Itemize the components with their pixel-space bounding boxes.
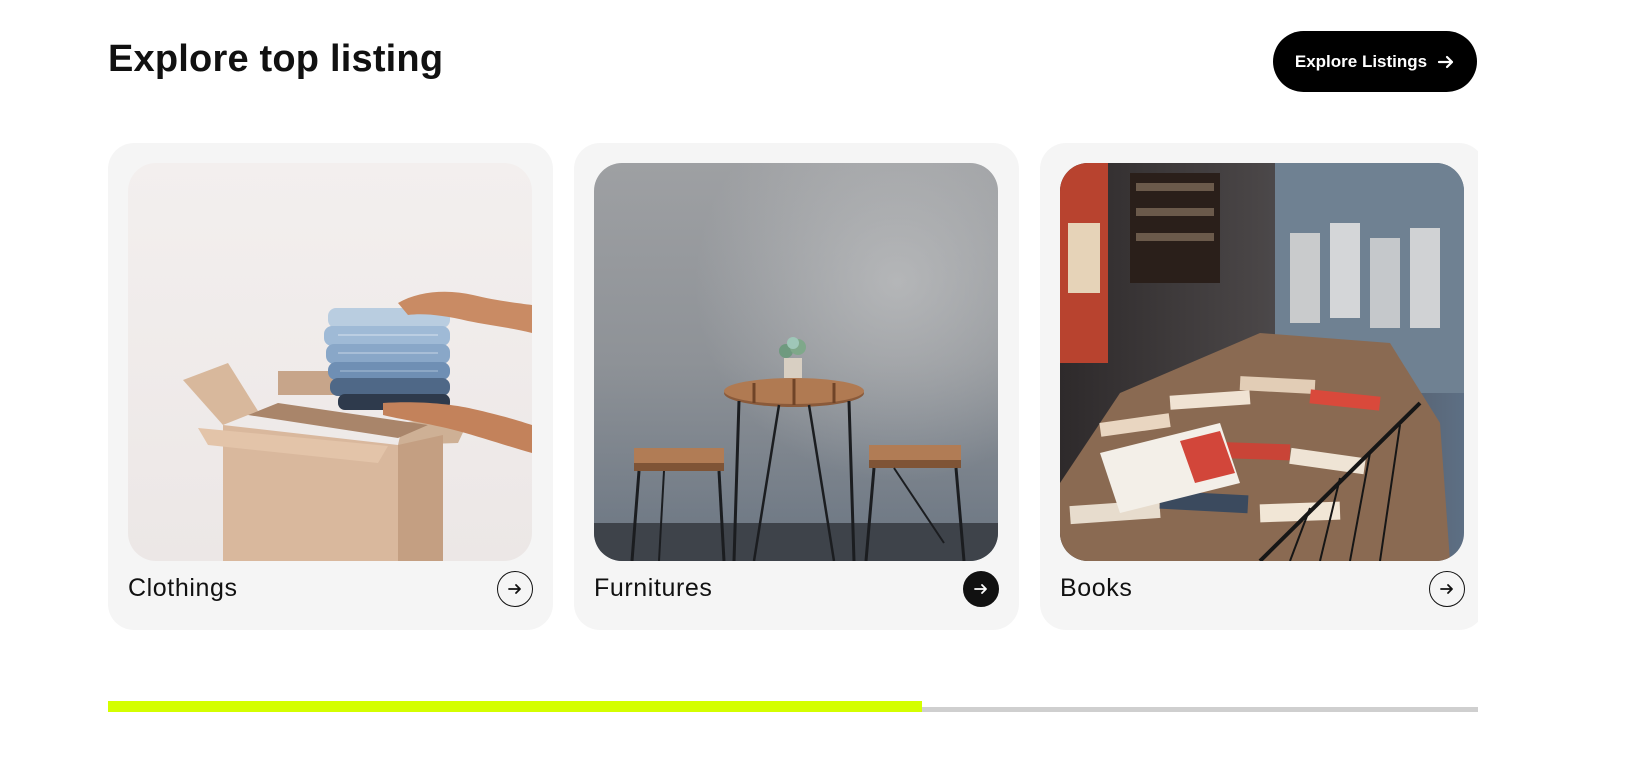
arrow-right-icon: [1437, 53, 1455, 71]
arrow-right-icon: [508, 584, 521, 594]
explore-listings-label: Explore Listings: [1294, 51, 1428, 71]
listing-card-clothings[interactable]: Clothings: [108, 143, 553, 630]
section-title: Explore top listing: [108, 38, 444, 80]
listing-card-furnitures[interactable]: Furnitures: [574, 143, 1019, 630]
card-label: Books: [1060, 574, 1133, 602]
arrow-right-icon: [1440, 584, 1453, 594]
explore-listings-button[interactable]: Explore Listings: [1273, 31, 1477, 92]
listing-carousel[interactable]: Clothings Furnitures Books: [108, 143, 1478, 630]
table-stools-photo: [594, 163, 998, 561]
arrow-right-icon: [974, 584, 987, 594]
card-label: Furnitures: [594, 574, 713, 602]
book-pile-photo: [1060, 163, 1464, 561]
carousel-progress-fill: [108, 701, 922, 712]
clothes-box-photo: [128, 163, 532, 561]
listing-section: Explore top listing Explore Listings Clo…: [0, 0, 1635, 783]
card-arrow-button[interactable]: [1429, 571, 1465, 607]
card-arrow-button[interactable]: [963, 571, 999, 607]
listing-card-books[interactable]: Books: [1040, 143, 1478, 630]
card-arrow-button[interactable]: [497, 571, 533, 607]
card-label: Clothings: [128, 574, 238, 602]
